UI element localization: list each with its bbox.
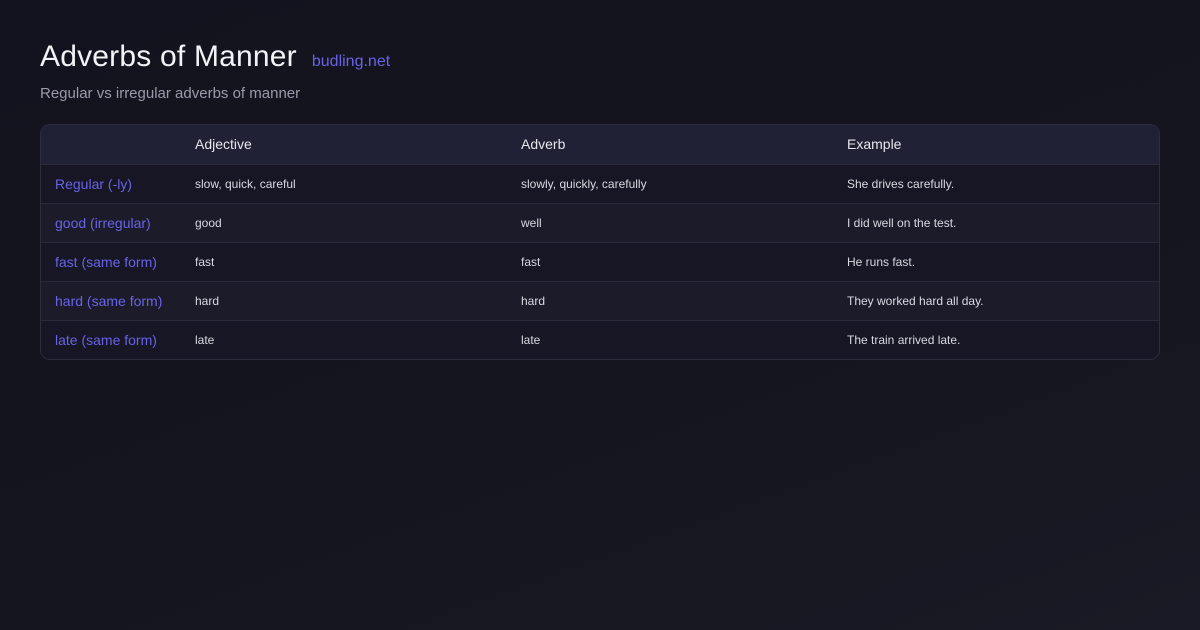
row-label: late (same form) [55,331,157,348]
page-subtitle: Regular vs irregular adverbs of manner [40,85,301,102]
row-label: hard (same form) [55,292,163,309]
column-header-example: Example [847,136,902,153]
page-title: Adverbs of Manner [40,40,297,73]
adjective-cell: hard [195,293,220,308]
table-row: late (same form) late late The train arr… [41,320,1159,359]
table-header-row: Adjective Adverb Example [41,125,1159,164]
example-cell: The train arrived late. [847,332,961,347]
adjective-cell: late [195,332,215,347]
adverbs-table: Adjective Adverb Example Regular (-ly) s… [41,125,1159,359]
table-row: Regular (-ly) slow, quick, careful slowl… [41,164,1159,203]
example-cell: She drives carefully. [847,176,955,191]
page-header: Adverbs of Manner budling.net [40,40,390,74]
adjective-cell: good [195,215,222,230]
column-header-adverb: Adverb [521,136,566,153]
adverb-cell: hard [521,293,546,308]
adverb-cell: fast [521,254,541,269]
column-header-category [41,125,181,164]
example-cell: I did well on the test. [847,215,957,230]
adverbs-table-card: Adjective Adverb Example Regular (-ly) s… [40,124,1160,360]
adverb-cell: late [521,332,541,347]
table-row: fast (same form) fast fast He runs fast. [41,242,1159,281]
adjective-cell: fast [195,254,215,269]
column-header-adjective: Adjective [195,136,252,153]
table-row: good (irregular) good well I did well on… [41,203,1159,242]
example-cell: They worked hard all day. [847,293,984,308]
row-label: good (irregular) [55,214,151,231]
row-label: Regular (-ly) [55,175,133,192]
example-cell: He runs fast. [847,254,916,269]
adjective-cell: slow, quick, careful [195,176,296,191]
row-label: fast (same form) [55,253,157,270]
adverb-cell: slowly, quickly, carefully [521,176,647,191]
table-row: hard (same form) hard hard They worked h… [41,281,1159,320]
brand-link[interactable]: budling.net [312,53,390,71]
adverb-cell: well [521,215,542,230]
